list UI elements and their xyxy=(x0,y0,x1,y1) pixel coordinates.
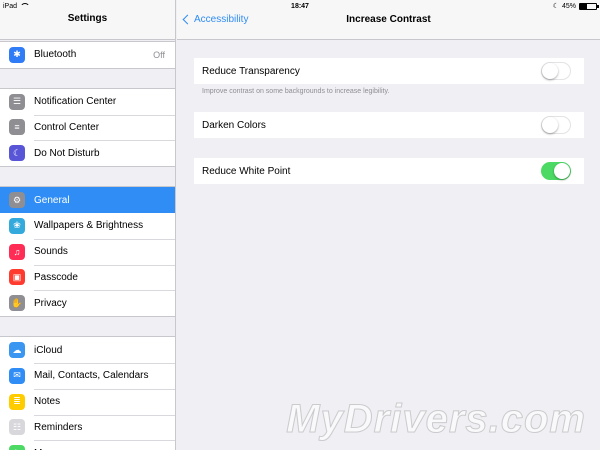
sidebar-item-notification-center[interactable]: ☰ Notification Center xyxy=(0,89,175,115)
bluetooth-icon: ✱ xyxy=(9,46,25,63)
sidebar-item-label: iCloud xyxy=(34,344,63,356)
reduce-white-point-toggle[interactable] xyxy=(541,162,571,180)
sidebar-item-passcode[interactable]: ▣ Passcode xyxy=(0,264,175,291)
detail-pane: Accessibility Increase Contrast Reduce T… xyxy=(177,0,600,450)
moon-icon: ☾ xyxy=(9,145,25,162)
toggle-knob xyxy=(554,163,570,179)
messages-icon: ✎ xyxy=(9,445,25,450)
page-title: Increase Contrast xyxy=(346,14,431,25)
sidebar-item-sounds[interactable]: ♫ Sounds xyxy=(0,238,175,265)
status-bar: 18:47 iPad ☾ 45% xyxy=(0,0,600,12)
darken-colors-label: Darken Colors xyxy=(202,119,266,131)
sidebar-group: ✱ Bluetooth Off xyxy=(0,41,175,69)
sidebar-item-label: Reminders xyxy=(34,421,83,433)
darken-colors-toggle[interactable] xyxy=(541,116,571,134)
wallpaper-icon: ❀ xyxy=(9,217,25,234)
sidebar-item-icloud[interactable]: ☁ iCloud xyxy=(0,337,175,363)
sidebar-item-notes[interactable]: ≣ Notes xyxy=(0,388,175,415)
sidebar-item-label: Passcode xyxy=(34,271,78,283)
reduce-white-point-label: Reduce White Point xyxy=(202,165,291,177)
sidebar-item-label: Notes xyxy=(34,396,61,408)
wifi-icon xyxy=(20,3,31,9)
toggle-knob xyxy=(542,117,558,133)
reduce-transparency-footnote: Improve contrast on some backgrounds to … xyxy=(202,88,390,95)
sidebar-item-label: Notification Center xyxy=(34,96,117,108)
sidebar-item-label: Bluetooth xyxy=(34,49,77,61)
sidebar-item-reminders[interactable]: ☷ Reminders xyxy=(0,414,175,441)
settings-sidebar: Settings ✱ Bluetooth Off ☰ Notification Cent… xyxy=(0,0,176,450)
control-center-icon: ≡ xyxy=(9,119,25,136)
sidebar-group: ⚙ General ❀ Wallpapers & Brightness ♫ Sounds ▣… xyxy=(0,186,175,318)
sidebar-item-privacy[interactable]: ✋ Privacy xyxy=(0,290,175,316)
battery-icon xyxy=(579,2,599,10)
reduce-transparency-label: Reduce Transparency xyxy=(202,65,300,77)
cloud-icon: ☁ xyxy=(9,342,25,359)
sidebar-item-label: Do Not Disturb xyxy=(34,147,100,159)
sidebar-list: ✱ Bluetooth Off ☰ Notification Center ≡ Contro… xyxy=(0,40,175,450)
lock-icon: ▣ xyxy=(9,269,25,286)
reduce-white-point-row: Reduce White Point xyxy=(194,158,584,184)
battery-fill xyxy=(580,3,588,9)
notification-center-icon: ☰ xyxy=(9,93,25,110)
sidebar-item-label: Sounds xyxy=(34,246,68,258)
sidebar-item-mail-contacts-calendars[interactable]: ✉ Mail, Contacts, Calendars xyxy=(0,362,175,389)
sidebar-item-value: Off xyxy=(153,49,165,60)
sidebar-item-messages[interactable]: ✎Messages xyxy=(0,440,175,450)
reduce-transparency-toggle[interactable] xyxy=(541,62,571,80)
sidebar-item-label: Mail, Contacts, Calendars xyxy=(34,370,149,382)
speaker-icon: ♫ xyxy=(9,243,25,260)
gear-icon: ⚙ xyxy=(9,192,25,209)
sidebar-item-label: Privacy xyxy=(34,297,67,309)
sidebar-item-label: Wallpapers & Brightness xyxy=(34,220,144,232)
sidebar-item-bluetooth[interactable]: ✱ Bluetooth Off xyxy=(0,42,175,68)
sidebar-item-control-center[interactable]: ≡ Control Center xyxy=(0,114,175,141)
sidebar-group: ☰ Notification Center ≡ Control Center ☾ Do N… xyxy=(0,87,175,168)
sidebar-item-do-not-disturb[interactable]: ☾ Do Not Disturb xyxy=(0,140,175,166)
sidebar-item-wallpapers-brightness[interactable]: ❀ Wallpapers & Brightness xyxy=(0,213,175,239)
sidebar-item-general[interactable]: ⚙ General xyxy=(0,187,175,213)
sidebar-item-label: General xyxy=(34,194,70,206)
status-time: 18:47 xyxy=(291,2,309,10)
reduce-transparency-row: Reduce Transparency xyxy=(194,58,584,84)
darken-colors-row: Darken Colors xyxy=(194,112,584,138)
sidebar-group: ☁ iCloud ✉ Mail, Contacts, Calendars ≣ Notes ☷… xyxy=(0,336,175,450)
watermark: MyDrivers.com xyxy=(286,397,586,442)
mail-icon: ✉ xyxy=(9,367,25,384)
hand-icon: ✋ xyxy=(9,295,25,312)
sidebar-item-label: Control Center xyxy=(34,121,100,133)
toggle-knob xyxy=(542,63,558,79)
notes-icon: ≣ xyxy=(9,393,25,410)
reminders-icon: ☷ xyxy=(9,419,25,436)
